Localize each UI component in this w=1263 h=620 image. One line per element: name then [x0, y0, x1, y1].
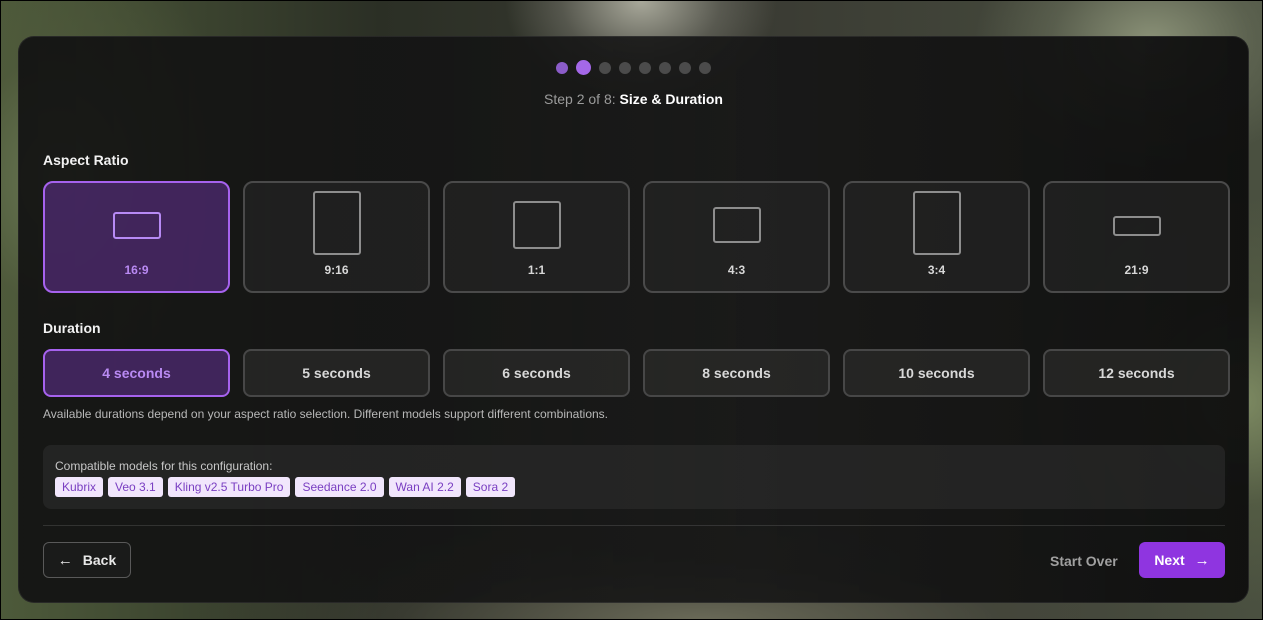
compatible-models-box: Compatible models for this configuration… — [43, 445, 1225, 509]
ratio-label: 3:4 — [927, 263, 946, 277]
compatible-models-label: Compatible models for this configuration… — [55, 459, 273, 473]
ratio-9-16-icon — [312, 191, 361, 255]
duration-note: Available durations depend on your aspec… — [43, 407, 609, 421]
ratio-3-4-icon — [912, 191, 961, 255]
aspect-ratio-option-16-9[interactable]: 16:9 — [43, 181, 230, 293]
next-button-label: Next — [1154, 552, 1185, 568]
duration-heading: Duration — [43, 320, 101, 336]
ratio-label: 16:9 — [124, 263, 149, 277]
step-dot-3 — [599, 61, 611, 74]
aspect-ratio-option-3-4[interactable]: 3:4 — [843, 181, 1030, 293]
back-button-label: Back — [82, 552, 117, 568]
aspect-ratio-option-21-9[interactable]: 21:9 — [1043, 181, 1230, 293]
compatible-models-tags: Kubrix Veo 3.1 Kling v2.5 Turbo Pro Seed… — [55, 477, 516, 497]
duration-option-10s[interactable]: 10 seconds — [843, 349, 1030, 397]
ratio-label: 9:16 — [324, 263, 349, 277]
model-tag: Kling v2.5 Turbo Pro — [167, 477, 291, 497]
footer-divider — [43, 525, 1225, 526]
model-tag: Sora 2 — [465, 477, 516, 497]
step-prefix: Step 2 of 8: — [544, 91, 616, 107]
wizard-panel: Step 2 of 8: Size & Duration Aspect Rati… — [18, 36, 1249, 603]
duration-option-6s[interactable]: 6 seconds — [443, 349, 630, 397]
step-indicator: Step 2 of 8: Size & Duration — [19, 91, 1248, 107]
step-dot-2 — [576, 60, 591, 75]
ratio-label: 1:1 — [527, 263, 546, 277]
duration-option-12s[interactable]: 12 seconds — [1043, 349, 1230, 397]
step-progress-dots — [19, 60, 1248, 75]
step-dot-6 — [659, 61, 671, 74]
duration-option-8s[interactable]: 8 seconds — [643, 349, 830, 397]
duration-options: 4 seconds 5 seconds 6 seconds 8 seconds … — [43, 349, 1230, 397]
ratio-21-9-icon — [1112, 216, 1161, 236]
step-dot-5 — [639, 61, 651, 74]
ratio-label: 4:3 — [727, 263, 746, 277]
duration-option-4s[interactable]: 4 seconds — [43, 349, 230, 397]
aspect-ratio-option-9-16[interactable]: 9:16 — [243, 181, 430, 293]
step-dot-7 — [679, 61, 691, 74]
ratio-1-1-icon — [512, 201, 561, 249]
model-tag: Seedance 2.0 — [295, 477, 384, 497]
start-over-button[interactable]: Start Over — [1050, 553, 1118, 569]
duration-option-5s[interactable]: 5 seconds — [243, 349, 430, 397]
aspect-ratio-option-4-3[interactable]: 4:3 — [643, 181, 830, 293]
arrow-right-icon: → — [1194, 551, 1210, 569]
aspect-ratio-options: 16:9 9:16 1:1 4:3 3:4 21:9 — [43, 181, 1230, 293]
model-tag: Veo 3.1 — [108, 477, 163, 497]
ratio-label: 21:9 — [1124, 263, 1149, 277]
ratio-4-3-icon — [712, 207, 761, 243]
step-dot-8 — [699, 61, 711, 74]
back-button[interactable]: ← Back — [43, 542, 131, 578]
model-tag: Kubrix — [55, 477, 104, 497]
model-tag: Wan AI 2.2 — [388, 477, 461, 497]
next-button[interactable]: Next → — [1139, 542, 1225, 578]
step-dot-1 — [556, 61, 568, 74]
aspect-ratio-option-1-1[interactable]: 1:1 — [443, 181, 630, 293]
aspect-ratio-heading: Aspect Ratio — [43, 152, 129, 168]
ratio-16-9-icon — [112, 212, 161, 239]
step-title: Size & Duration — [619, 91, 723, 107]
arrow-left-icon: ← — [57, 551, 73, 569]
step-dot-4 — [619, 61, 631, 74]
